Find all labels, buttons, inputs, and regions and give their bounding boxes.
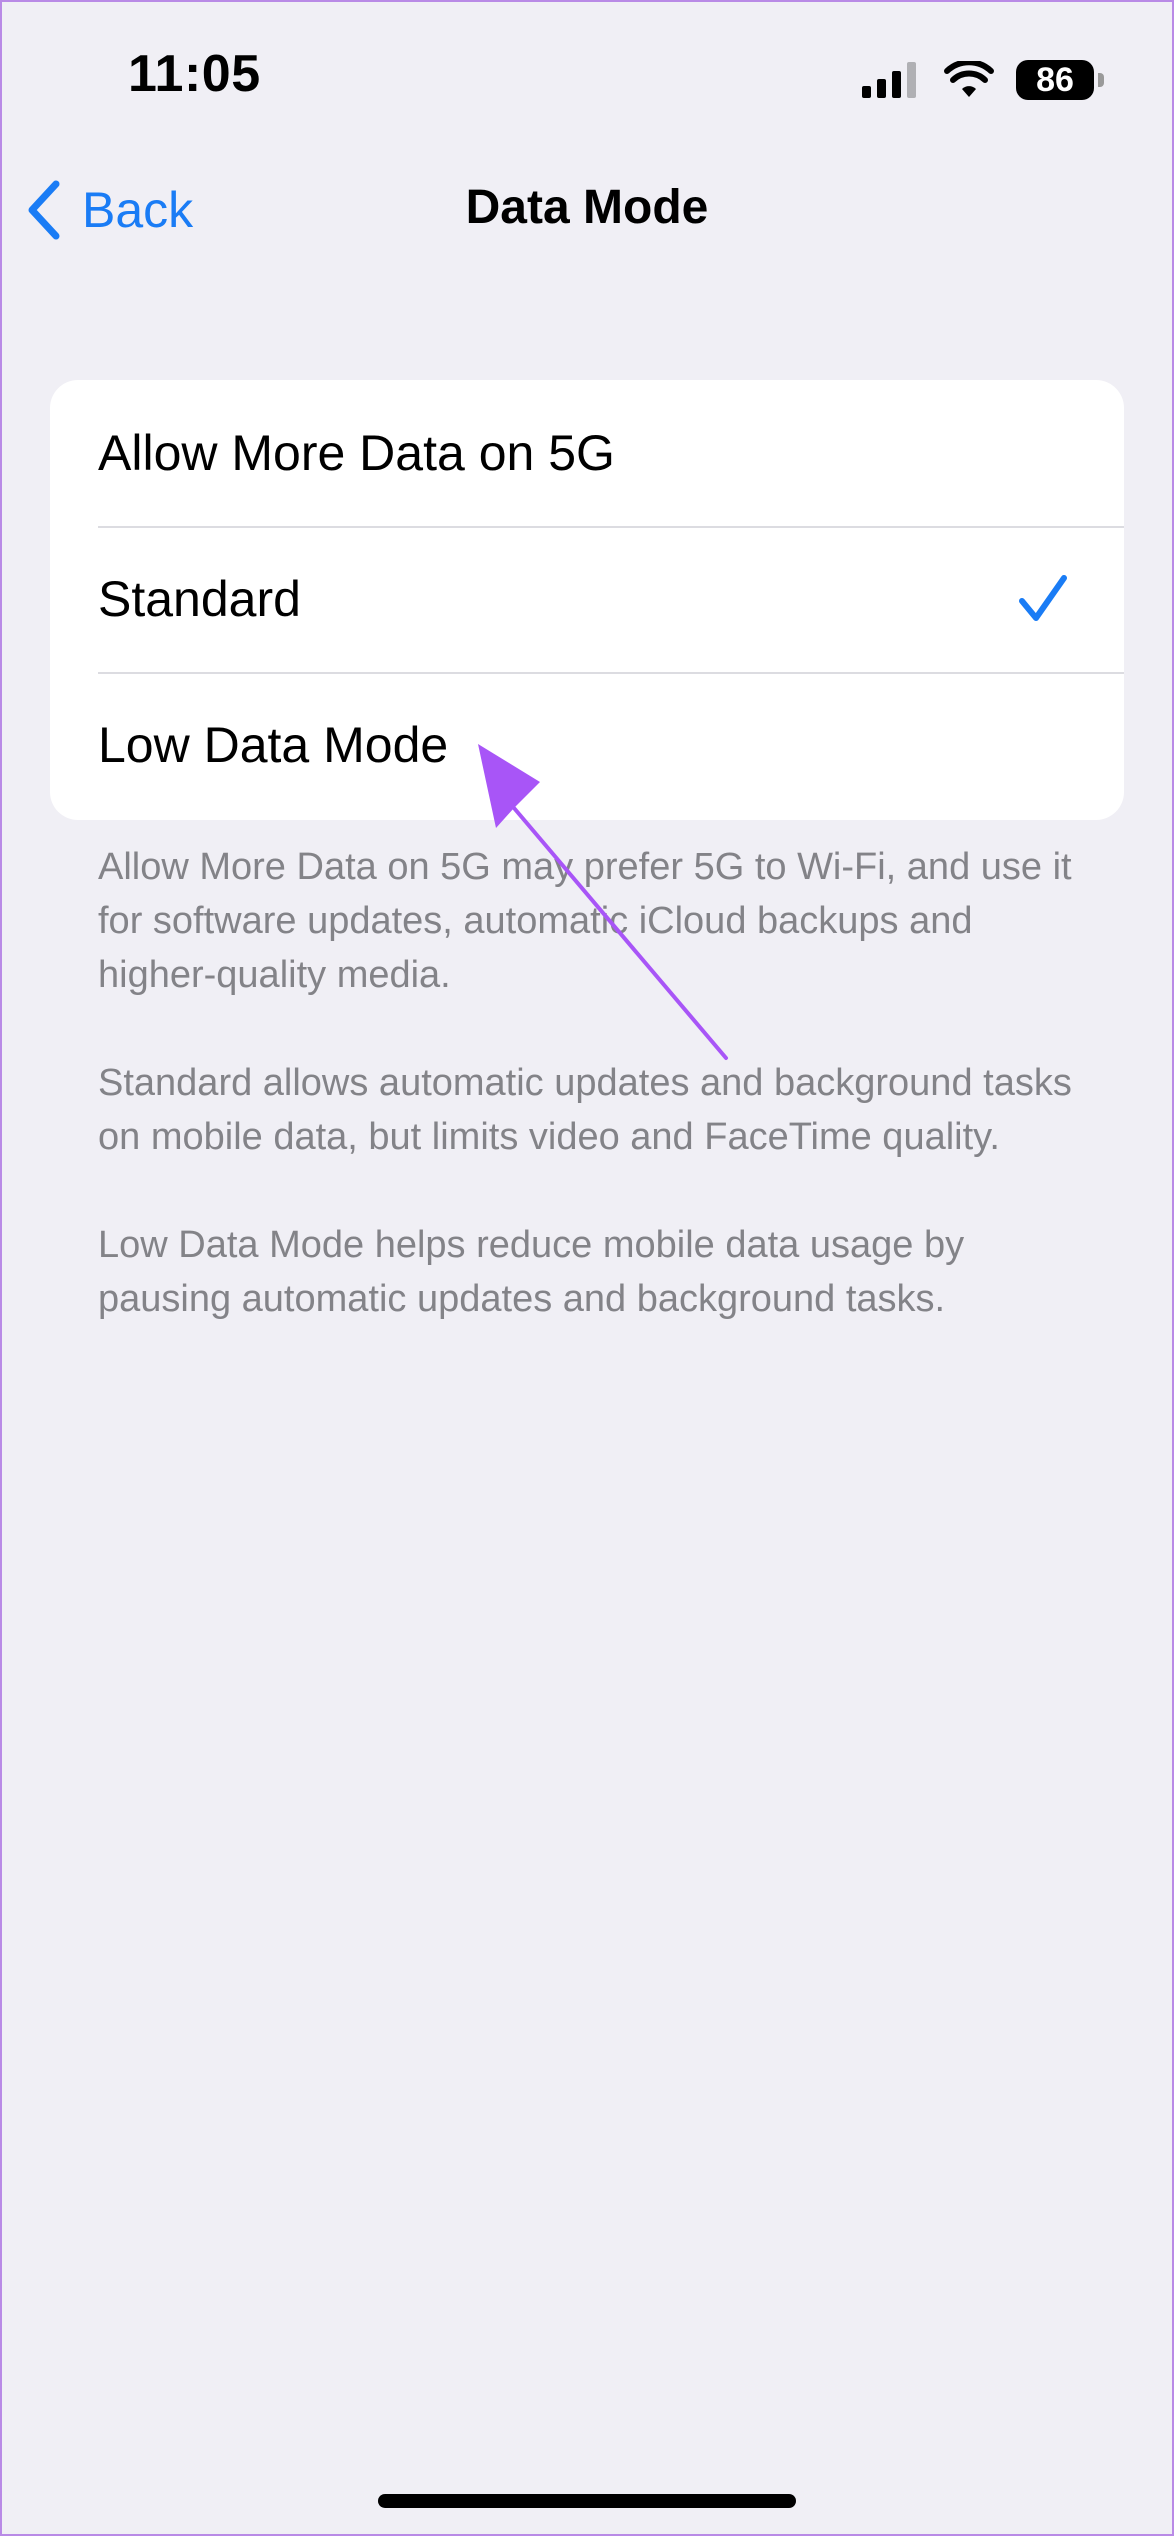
description-low-data-mode: Low Data Mode helps reduce mobile data u… [98,1224,965,1320]
option-label: Allow More Data on 5G [98,425,615,481]
option-label: Low Data Mode [98,717,449,773]
data-mode-options: Allow More Data on 5G Standard Low Data … [50,380,1124,820]
mode-descriptions: Allow More Data on 5G may prefer 5G to W… [98,840,1088,1380]
signal-icon [862,62,916,98]
status-bar: 11:05 86 [0,0,1174,160]
status-icons: 86 [862,56,1104,104]
option-label: Standard [98,571,301,627]
navigation-bar: Back Data Mode [0,160,1174,260]
page-title: Data Mode [465,181,709,234]
option-low-data-mode[interactable]: Low Data Mode [50,672,1124,818]
description-allow-more-data: Allow More Data on 5G may prefer 5G to W… [98,846,1072,996]
battery-level: 86 [1036,60,1074,99]
option-standard[interactable]: Standard [50,526,1124,672]
wifi-icon [944,61,994,97]
home-indicator[interactable] [378,2494,796,2508]
status-time: 11:05 [128,45,261,103]
battery-icon: 86 [1016,60,1104,100]
description-standard: Standard allows automatic updates and ba… [98,1062,1072,1158]
option-allow-more-data-5g[interactable]: Allow More Data on 5G [50,380,1124,526]
battery-cap [1098,73,1104,87]
checkmark-icon [1019,575,1067,621]
